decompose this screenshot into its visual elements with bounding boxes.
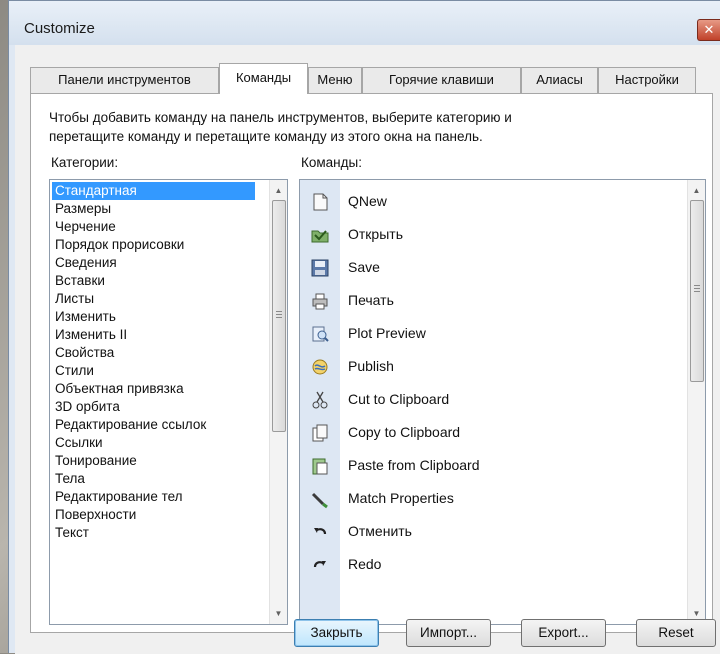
open-folder-icon [311, 230, 329, 243]
categories-label: Категории: [51, 155, 119, 170]
import-button[interactable]: Импорт... [406, 619, 491, 647]
category-item-selected[interactable]: Стандартная [52, 182, 255, 200]
tab-aliases[interactable]: Алиасы [521, 67, 598, 93]
categories-scrollbar[interactable]: ▲ ▼ [269, 180, 287, 624]
floppy-disk-icon [311, 259, 329, 277]
command-label: QNew [348, 193, 387, 209]
command-label: Печать [348, 292, 394, 308]
brush-icon [311, 492, 328, 509]
commands-scroll-thumb[interactable] [690, 200, 704, 382]
category-item[interactable]: Сведения [52, 254, 117, 272]
commands-scrollbar[interactable]: ▲ ▼ [687, 180, 705, 624]
instruction-text: Чтобы добавить команду на панель инструм… [49, 108, 689, 146]
command-label: Redo [348, 556, 382, 572]
redo-icon [313, 561, 326, 568]
category-item[interactable]: Текст [52, 524, 89, 542]
instruction-line-1: Чтобы добавить команду на панель инструм… [49, 110, 512, 125]
close-button[interactable]: Закрыть [294, 619, 379, 647]
copy-icon [312, 424, 328, 442]
tab-commands[interactable]: Команды [219, 63, 308, 94]
commands-tab-panel: Чтобы добавить команду на панель инструм… [30, 93, 713, 633]
category-item[interactable]: Изменить II [52, 326, 127, 344]
command-item[interactable]: Paste from Clipboard [300, 449, 680, 482]
command-label: Plot Preview [348, 325, 426, 341]
command-label: Save [348, 259, 380, 275]
command-item[interactable]: Cut to Clipboard [300, 383, 680, 416]
category-item[interactable]: Свойства [52, 344, 114, 362]
close-icon[interactable]: ✕ [697, 19, 720, 41]
scroll-up-arrow-icon[interactable]: ▲ [688, 182, 705, 199]
tab-menu[interactable]: Меню [308, 67, 362, 93]
category-item[interactable]: 3D орбита [52, 398, 120, 416]
commands-listbox[interactable]: QNew Открыть Save Печать Plot Preview Pu… [299, 179, 706, 625]
category-item[interactable]: Изменить [52, 308, 116, 326]
category-item[interactable]: Тонирование [52, 452, 137, 470]
category-item[interactable]: Тела [52, 470, 85, 488]
category-item[interactable]: Порядок прорисовки [52, 236, 184, 254]
title-bar[interactable]: Customize ✕ [9, 1, 720, 45]
command-label: Paste from Clipboard [348, 457, 480, 473]
scissors-icon [312, 391, 328, 409]
categories-listbox[interactable]: Стандартная Размеры Черчение Порядок про… [49, 179, 288, 625]
command-label: Отменить [348, 523, 412, 539]
command-label: Открыть [348, 226, 403, 242]
category-item[interactable]: Вставки [52, 272, 105, 290]
customize-dialog: Customize ✕ Панели инструментов Команды … [8, 0, 720, 654]
commands-label: Команды: [301, 155, 362, 170]
category-item[interactable]: Черчение [52, 218, 116, 236]
command-item[interactable]: Отменить [300, 515, 680, 548]
category-item[interactable]: Листы [52, 290, 94, 308]
category-item[interactable]: Объектная привязка [52, 380, 184, 398]
command-label: Publish [348, 358, 394, 374]
scroll-up-arrow-icon[interactable]: ▲ [270, 182, 287, 199]
command-item[interactable]: Plot Preview [300, 317, 680, 350]
new-document-icon [313, 193, 328, 211]
dialog-client-area: Панели инструментов Команды Меню Горячие… [15, 45, 720, 654]
command-item[interactable]: Match Properties [300, 482, 680, 515]
category-item[interactable]: Редактирование ссылок [52, 416, 206, 434]
category-item[interactable]: Редактирование тел [52, 488, 183, 506]
categories-scroll-thumb[interactable] [272, 200, 286, 432]
printer-icon [312, 293, 328, 310]
command-item[interactable]: QNew [300, 185, 680, 218]
tab-hotkeys[interactable]: Горячие клавиши [362, 67, 521, 93]
reset-button[interactable]: Reset [636, 619, 716, 647]
category-item[interactable]: Поверхности [52, 506, 136, 524]
command-label: Cut to Clipboard [348, 391, 450, 407]
command-item[interactable]: Copy to Clipboard [300, 416, 680, 449]
command-label: Match Properties [348, 490, 454, 506]
scroll-down-arrow-icon[interactable]: ▼ [270, 605, 287, 622]
command-label: Copy to Clipboard [348, 424, 461, 440]
tab-settings[interactable]: Настройки [598, 67, 696, 93]
export-button[interactable]: Export... [521, 619, 606, 647]
plot-preview-icon [312, 326, 329, 342]
category-item[interactable]: Ссылки [52, 434, 103, 452]
publish-icon [312, 359, 328, 375]
window-title: Customize [24, 20, 95, 37]
undo-icon [314, 528, 327, 535]
command-item[interactable]: Publish [300, 350, 680, 383]
command-item[interactable]: Печать [300, 284, 680, 317]
tab-toolbars[interactable]: Панели инструментов [30, 67, 219, 93]
category-item[interactable]: Стили [52, 362, 94, 380]
paste-icon [312, 458, 328, 475]
command-item[interactable]: Redo [300, 548, 680, 581]
command-item[interactable]: Save [300, 251, 680, 284]
instruction-line-2: перетащите команду и перетащите команду … [49, 129, 483, 144]
category-item[interactable]: Размеры [52, 200, 111, 218]
command-item[interactable]: Открыть [300, 218, 680, 251]
